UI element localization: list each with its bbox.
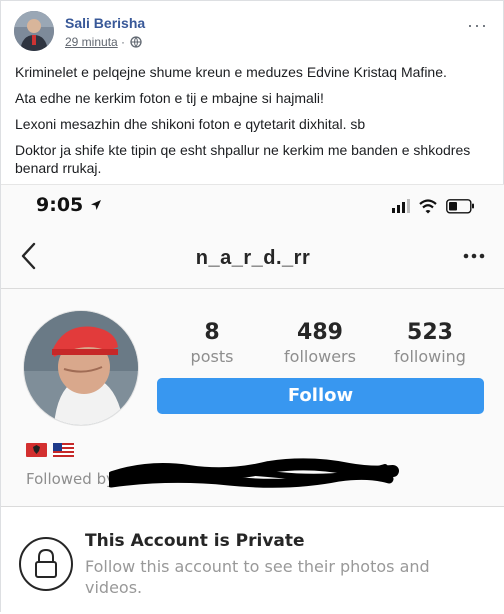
post-line: Ata edhe ne kerkim foton e tij e mbajne … xyxy=(15,90,324,106)
more-dots-icon[interactable] xyxy=(463,241,485,277)
clock-text: 9:05 xyxy=(36,194,84,216)
post-time[interactable]: 29 minuta xyxy=(65,35,118,49)
followed-by-text[interactable]: Followed by xyxy=(26,470,115,488)
facebook-post: Sali Berisha 29 minuta · ··· Kriminelet … xyxy=(0,0,504,614)
stat-posts[interactable]: 8 posts xyxy=(178,320,246,366)
bio-flags xyxy=(26,442,76,463)
avatar-photo xyxy=(14,11,54,51)
redaction-scribble xyxy=(106,457,399,500)
follow-button[interactable]: Follow xyxy=(157,378,484,414)
author-name[interactable]: Sali Berisha xyxy=(65,15,145,31)
stat-posts-count: 8 xyxy=(204,320,220,345)
attached-screenshot[interactable]: 9:05 n_a_r_d._rr 8 posts 489 followers 5… xyxy=(1,184,504,614)
location-arrow-icon xyxy=(90,194,102,216)
followed-by-label: Followed by xyxy=(26,470,115,488)
phone-clock: 9:05 xyxy=(36,194,102,216)
stat-following-count: 523 xyxy=(407,320,453,345)
more-dots-icon[interactable]: ··· xyxy=(467,15,488,36)
ig-navbar: n_a_r_d._rr xyxy=(1,233,504,289)
usa-flag-icon xyxy=(53,443,74,457)
stat-posts-label: posts xyxy=(190,347,234,366)
stat-followers-label: followers xyxy=(284,347,356,366)
status-icons xyxy=(392,198,480,219)
stat-followers-count: 489 xyxy=(297,320,343,345)
post-line: Doktor ja shife kte tipin qe esht shpall… xyxy=(15,142,471,176)
stat-following[interactable]: 523 following xyxy=(385,320,475,366)
phone-status-bar: 9:05 xyxy=(1,185,504,225)
battery-icon xyxy=(446,199,474,214)
profile-picture[interactable] xyxy=(23,310,139,426)
meta-separator: · xyxy=(121,35,126,49)
post-text: Kriminelet e pelqejne shume kreun e medu… xyxy=(15,63,495,185)
globe-icon xyxy=(130,36,143,51)
albania-flag-icon xyxy=(26,443,47,457)
profile-username: n_a_r_d._rr xyxy=(195,247,311,269)
stat-followers[interactable]: 489 followers xyxy=(275,320,365,366)
private-subtitle: Follow this account to see their photos … xyxy=(85,557,430,597)
lock-icon xyxy=(19,537,73,591)
signal-icon xyxy=(392,199,410,213)
post-header: Sali Berisha 29 minuta · ··· xyxy=(14,11,494,55)
post-line: Kriminelet e pelqejne shume kreun e medu… xyxy=(15,64,447,80)
stat-following-label: following xyxy=(394,347,466,366)
post-line: Lexoni mesazhin dhe shikoni foton e qyte… xyxy=(15,116,366,132)
wifi-icon xyxy=(419,199,437,214)
private-account-notice: This Account is Private Follow this acco… xyxy=(1,507,504,614)
author-avatar[interactable] xyxy=(14,11,54,51)
post-meta: 29 minuta · xyxy=(65,35,143,51)
private-title: This Account is Private xyxy=(85,531,305,551)
